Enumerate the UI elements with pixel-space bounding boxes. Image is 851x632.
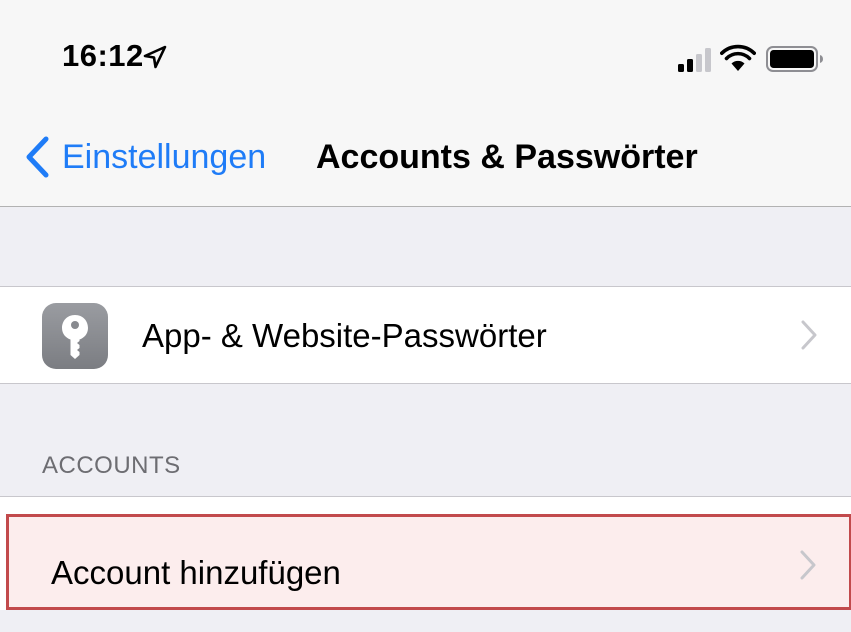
wifi-icon [720, 44, 756, 71]
add-account-label: Account hinzufügen [51, 554, 341, 591]
key-icon [42, 303, 108, 369]
add-account-cell[interactable]: Account hinzufügen [6, 514, 851, 610]
cellular-signal-icon [678, 48, 711, 72]
page-title: Accounts & Passwörter [316, 138, 698, 176]
chevron-left-icon [26, 136, 49, 178]
status-bar: 16:12 [0, 0, 851, 110]
navigation-bar: Einstellungen Accounts & Passwörter [0, 110, 851, 207]
back-button[interactable]: Einstellungen [24, 132, 266, 182]
battery-icon [766, 46, 823, 72]
app-website-passwords-cell[interactable]: App- & Website-Passwörter [0, 286, 851, 384]
chevron-right-icon [801, 320, 817, 350]
back-button-label: Einstellungen [62, 137, 267, 176]
location-arrow-icon [143, 45, 167, 69]
chevron-right-icon [800, 550, 816, 580]
accounts-section-header: ACCOUNTS [42, 452, 181, 479]
status-time: 16:12 [62, 38, 144, 73]
app-website-passwords-label: App- & Website-Passwörter [142, 317, 547, 354]
